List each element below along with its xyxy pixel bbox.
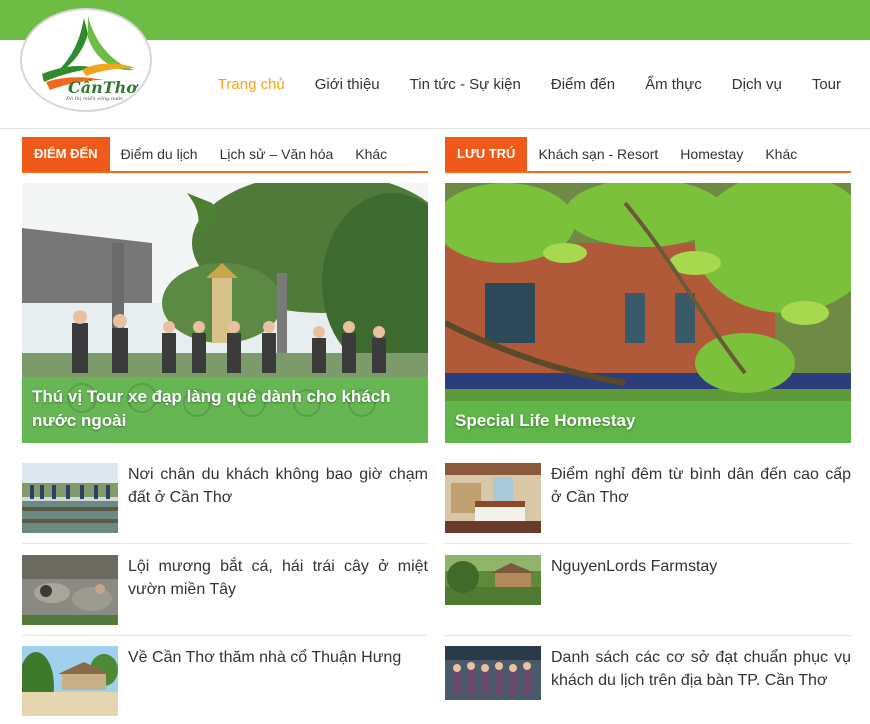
nav-am-thuc[interactable]: Ẩm thực: [645, 76, 702, 93]
divider: [22, 543, 428, 544]
tab-khach-san-resort[interactable]: Khách sạn - Resort: [538, 146, 658, 162]
nav-diem-den[interactable]: Điểm đến: [551, 76, 615, 93]
main-nav: Trang chủ Giới thiệu Tin tức - Sự kiện Đ…: [203, 40, 870, 128]
list-item[interactable]: NguyenLords Farmstay: [445, 555, 851, 625]
thumb-image: [22, 555, 118, 625]
tab-diem-den[interactable]: ĐIỂM ĐẾN: [22, 137, 110, 171]
tab-khac[interactable]: Khác: [765, 146, 797, 162]
nav-tin-tuc-su-kien[interactable]: Tin tức - Sự kiện: [410, 76, 521, 93]
logo-tagline: Đô thị miền sông nước: [66, 96, 124, 102]
article-title[interactable]: Lội mương bắt cá, hái trái cây ở miệt vư…: [128, 555, 428, 601]
article-title[interactable]: Danh sách các cơ sở đạt chuẩn phục vụ kh…: [551, 646, 851, 692]
tab-diem-du-lich[interactable]: Điểm du lịch: [121, 146, 198, 162]
featured-title[interactable]: Special Life Homestay: [445, 401, 851, 443]
list-item[interactable]: Danh sách các cơ sở đạt chuẩn phục vụ kh…: [445, 646, 851, 716]
featured-title[interactable]: Thú vị Tour xe đạp làng quê dành cho khá…: [22, 377, 428, 443]
divider: [445, 635, 851, 636]
thumb-image: [445, 555, 541, 625]
section-tabs: LƯU TRÚ Khách sạn - Resort Homestay Khác: [445, 137, 851, 173]
section-tabs: ĐIỂM ĐẾN Điểm du lịch Lịch sử – Văn hóa …: [22, 137, 428, 173]
featured-article[interactable]: Thú vị Tour xe đạp làng quê dành cho khá…: [22, 183, 428, 443]
list-item[interactable]: Điểm nghỉ đêm từ bình dân đến cao cấp ở …: [445, 463, 851, 533]
nav-trang-chu[interactable]: Trang chủ: [218, 76, 285, 93]
article-title[interactable]: Về Cần Thơ thăm nhà cổ Thuận Hưng: [128, 646, 428, 669]
thumb-image: [22, 646, 118, 716]
thumb-image: [445, 646, 541, 716]
tab-homestay[interactable]: Homestay: [680, 146, 743, 162]
nav-gioi-thieu[interactable]: Giới thiệu: [315, 76, 380, 93]
tab-lich-su-van-hoa[interactable]: Lịch sử – Văn hóa: [220, 146, 334, 162]
tab-khac[interactable]: Khác: [355, 146, 387, 162]
site-logo[interactable]: CầnThơ Đô thị miền sông nước: [20, 8, 152, 112]
list-item[interactable]: Nơi chân du khách không bao giờ chạm đất…: [22, 463, 428, 533]
nav-tour[interactable]: Tour: [812, 76, 841, 93]
list-item[interactable]: Lội mương bắt cá, hái trái cây ở miệt vư…: [22, 555, 428, 625]
article-title[interactable]: NguyenLords Farmstay: [551, 555, 851, 578]
divider: [22, 635, 428, 636]
list-item[interactable]: Về Cần Thơ thăm nhà cổ Thuận Hưng: [22, 646, 428, 716]
section-luu-tru: LƯU TRÚ Khách sạn - Resort Homestay Khác: [445, 137, 851, 700]
section-diem-den: ĐIỂM ĐẾN Điểm du lịch Lịch sử – Văn hóa …: [22, 137, 428, 716]
tab-luu-tru[interactable]: LƯU TRÚ: [445, 137, 528, 171]
thumb-image: [445, 463, 541, 533]
thumb-image: [22, 463, 118, 533]
nav-dich-vu[interactable]: Dịch vụ: [732, 76, 782, 93]
divider: [445, 543, 851, 544]
logo-text: CầnThơ: [68, 78, 137, 97]
featured-article[interactable]: Special Life Homestay: [445, 183, 851, 443]
article-title[interactable]: Nơi chân du khách không bao giờ chạm đất…: [128, 463, 428, 509]
article-title[interactable]: Điểm nghỉ đêm từ bình dân đến cao cấp ở …: [551, 463, 851, 509]
